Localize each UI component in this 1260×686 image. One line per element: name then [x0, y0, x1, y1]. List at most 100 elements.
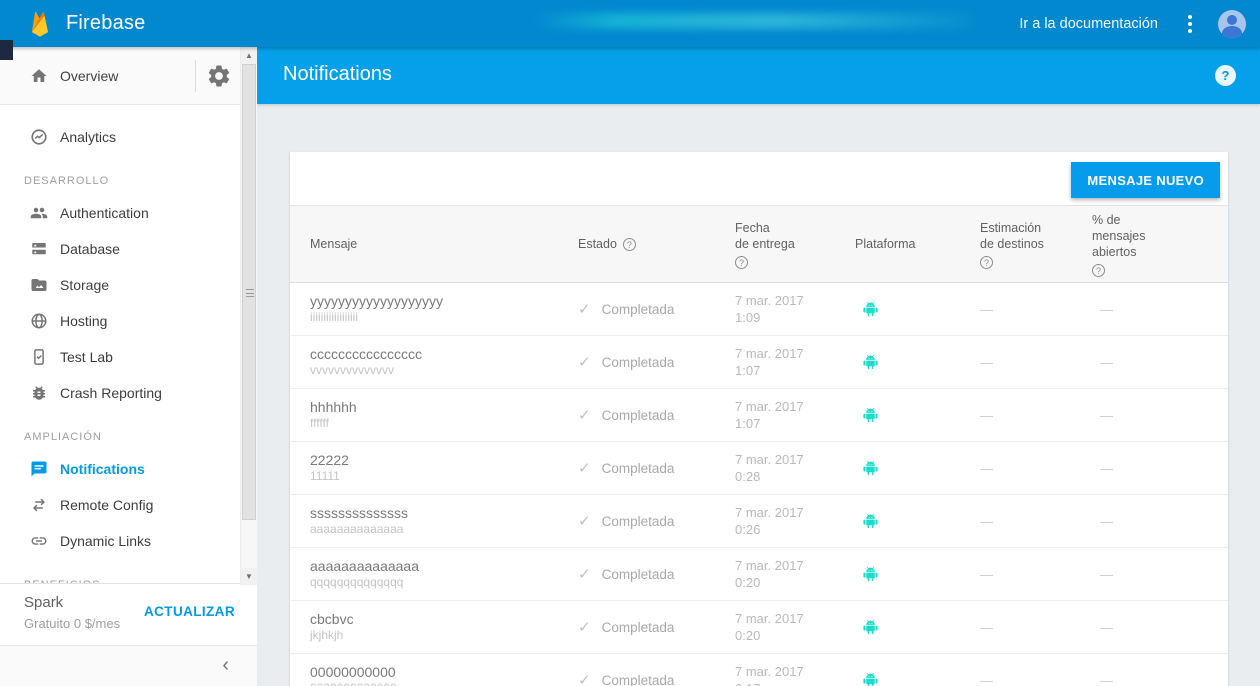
platform-cell — [845, 283, 960, 335]
message-subtitle: qqqqqqqqqqqqqq — [310, 575, 404, 589]
avatar[interactable] — [1218, 9, 1246, 38]
targets-cell: — — [980, 619, 993, 635]
date-cell: 7 mar. 2017 0:26 — [735, 505, 804, 537]
scroll-up-icon[interactable]: ▲ — [241, 47, 257, 64]
platform-cell — [845, 654, 960, 686]
status-cell: ✓ Completada — [560, 548, 715, 600]
plan-panel: Spark Gratuito 0 $/mes ACTUALIZAR — [0, 583, 257, 645]
date-cell: 7 mar. 2017 0:20 — [735, 558, 804, 590]
sidebar-item-authentication[interactable]: Authentication — [0, 195, 240, 231]
upgrade-button[interactable]: ACTUALIZAR — [144, 604, 235, 619]
plan-detail: Gratuito 0 $/mes — [24, 616, 121, 631]
divider — [195, 60, 196, 92]
sidebar-item-notifications[interactable]: Notifications — [0, 451, 240, 487]
authentication-icon — [30, 204, 48, 222]
status-label: Completada — [601, 301, 675, 317]
sidebar-item-analytics[interactable]: Analytics — [0, 119, 240, 155]
status-label: Completada — [601, 354, 675, 370]
gear-icon[interactable] — [206, 63, 232, 89]
table-row[interactable]: yyyyyyyyyyyyyyyyyyy iiiiiiiiiiiiiiiiii ✓ Co… — [290, 283, 1228, 336]
open-rate-cell: — — [1100, 460, 1113, 476]
status-label: Completada — [601, 513, 675, 529]
status-label: Completada — [601, 460, 675, 476]
help-icon[interactable]: ? — [622, 237, 636, 251]
message-subtitle: 0000000000000 — [310, 681, 397, 686]
date-cell: 7 mar. 2017 1:07 — [735, 399, 804, 431]
hosting-icon — [30, 312, 48, 330]
remote-config-icon — [30, 496, 48, 514]
open-rate-cell: — — [1100, 566, 1113, 582]
sidebar-section-ampliaci-n: AMPLIACIÓN — [24, 431, 102, 443]
scroll-down-icon[interactable]: ▼ — [241, 568, 257, 585]
plan-name: Spark — [24, 594, 64, 611]
date-cell: 7 mar. 2017 0:28 — [735, 452, 804, 484]
help-icon[interactable]: ? — [980, 255, 993, 269]
table-row[interactable]: hhhhhh ffffff ✓ Completada 7 mar. 2017 1:07 — — — [290, 389, 1228, 442]
database-icon — [30, 240, 48, 258]
android-icon — [862, 618, 879, 636]
check-icon: ✓ — [578, 354, 591, 371]
sidebar-item-remote-config[interactable]: Remote Config — [0, 487, 240, 523]
check-icon: ✓ — [578, 619, 591, 636]
column-header-mensaje: Mensaje — [310, 237, 358, 251]
testlab-icon — [30, 348, 48, 366]
check-icon: ✓ — [578, 513, 591, 530]
table-row[interactable]: aaaaaaaaaaaaaa qqqqqqqqqqqqqq ✓ Completada 7… — [290, 548, 1228, 601]
help-icon[interactable]: ? — [1215, 65, 1236, 86]
message-subtitle: iiiiiiiiiiiiiiiiii — [310, 310, 358, 324]
sidebar-item-hosting[interactable]: Hosting — [0, 303, 240, 339]
table-row[interactable]: cbcbvc jkjhkjh ✓ Completada 7 mar. 2017 0:20 —… — [290, 601, 1228, 654]
message-cell: yyyyyyyyyyyyyyyyyyy iiiiiiiiiiiiiiiiii — [290, 283, 560, 335]
platform-cell — [845, 442, 960, 494]
date-cell: 7 mar. 2017 1:09 — [735, 293, 804, 325]
sidebar-item-label: Storage — [60, 277, 110, 293]
status-cell: ✓ Completada — [560, 495, 715, 547]
message-cell: ssssssssssssss aaaaaaaaaaaaaa — [290, 495, 560, 547]
help-icon[interactable]: ? — [735, 255, 748, 269]
message-title: yyyyyyyyyyyyyyyyyyy — [310, 293, 443, 309]
sidebar-item-crash-reporting[interactable]: Crash Reporting — [0, 375, 240, 411]
page-title: Notifications — [283, 63, 392, 85]
dynamic-links-icon — [30, 532, 48, 550]
sidebar-scrollbar[interactable]: ▲ ▼ — [240, 47, 257, 585]
open-rate-cell: — — [1100, 672, 1113, 686]
main-content: Notifications ? MENSAJE NUEVO Mensaje Est… — [257, 47, 1260, 686]
android-icon — [862, 459, 879, 477]
status-cell: ✓ Completada — [560, 283, 715, 335]
status-cell: ✓ Completada — [560, 442, 715, 494]
message-title: 22222 — [310, 452, 349, 468]
table-row[interactable]: ssssssssssssss aaaaaaaaaaaaaa ✓ Completada 7… — [290, 495, 1228, 548]
status-cell: ✓ Completada — [560, 654, 715, 686]
open-rate-cell: — — [1100, 301, 1113, 317]
status-label: Completada — [601, 407, 675, 423]
sidebar-item-overview[interactable]: Overview — [0, 47, 195, 105]
message-subtitle: ffffff — [310, 416, 329, 430]
message-subtitle: aaaaaaaaaaaaaa — [310, 522, 404, 536]
sidebar-section-beneficios: BENEFICIOS — [24, 579, 101, 585]
collapse-sidebar-icon[interactable]: ‹ — [222, 654, 229, 677]
targets-cell: — — [980, 301, 993, 317]
overflow-menu-icon[interactable] — [1184, 11, 1196, 37]
new-message-button[interactable]: MENSAJE NUEVO — [1071, 162, 1220, 198]
sidebar-item-dynamic-links[interactable]: Dynamic Links — [0, 523, 240, 559]
check-icon: ✓ — [578, 566, 591, 583]
help-icon[interactable]: ? — [1092, 263, 1105, 277]
platform-cell — [845, 495, 960, 547]
table-row[interactable]: cccccccccccccccc vvvvvvvvvvvvvv ✓ Completad… — [290, 336, 1228, 389]
message-title: hhhhhh — [310, 399, 357, 415]
notifications-icon — [30, 460, 48, 478]
table-row[interactable]: 000000000000000000000000 ✓ Completada 7 mar… — [290, 654, 1228, 686]
table-row[interactable]: 22222 11111 ✓ Completada 7 mar. 2017 0:28 — — — [290, 442, 1228, 495]
targets-cell: — — [980, 513, 993, 529]
documentation-link[interactable]: Ir a la documentación — [1019, 16, 1158, 32]
sidebar-item-storage[interactable]: Storage — [0, 267, 240, 303]
message-subtitle: 11111 — [310, 469, 340, 483]
status-cell: ✓ Completada — [560, 336, 715, 388]
status-label: Completada — [601, 619, 675, 635]
sidebar-item-database[interactable]: Database — [0, 231, 240, 267]
sidebar-item-label: Overview — [60, 68, 119, 84]
sidebar-item-test-lab[interactable]: Test Lab — [0, 339, 240, 375]
scrollbar-thumb[interactable] — [242, 64, 256, 520]
sidebar-section-desarrollo: DESARROLLO — [24, 175, 110, 187]
status-cell: ✓ Completada — [560, 601, 715, 653]
